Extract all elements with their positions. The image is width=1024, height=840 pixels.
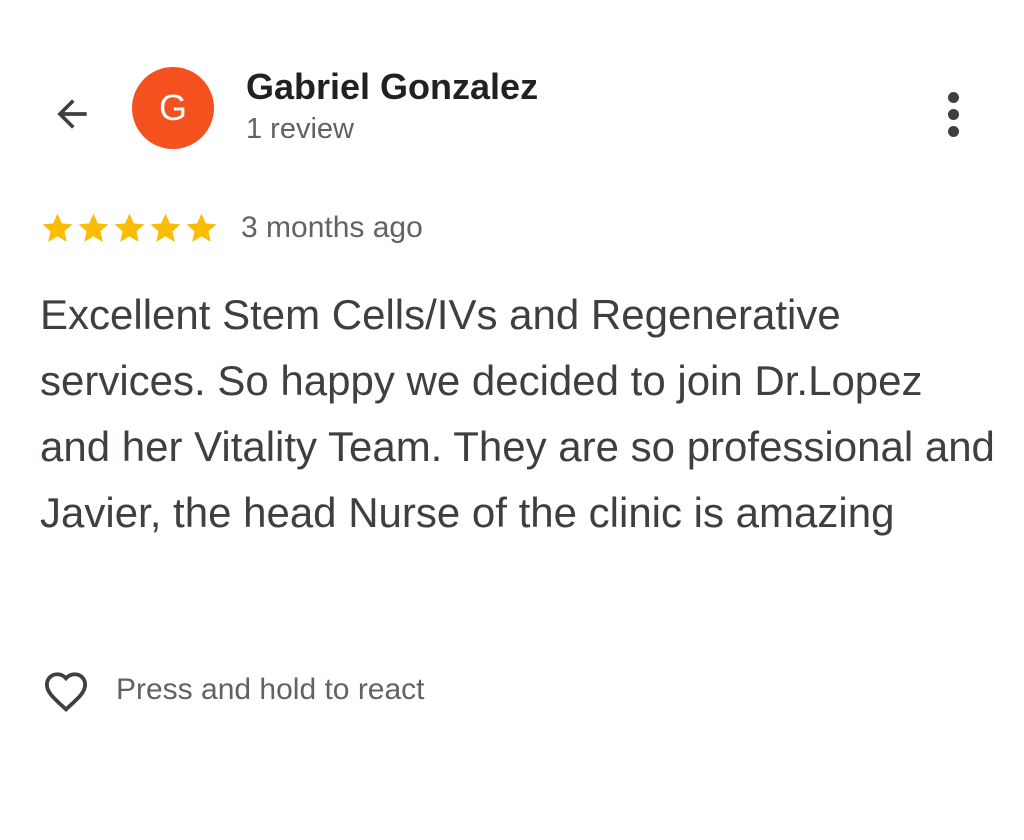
star-icon — [186, 213, 217, 242]
review-time: 3 months ago — [241, 211, 423, 244]
back-button[interactable] — [44, 86, 100, 142]
react-label: Press and hold to react — [116, 673, 425, 706]
arrow-left-icon — [57, 99, 87, 129]
review-text: Excellent Stem Cells/IVs and Regenerativ… — [40, 291, 995, 536]
star-rating — [40, 211, 219, 246]
rating-row: 3 months ago — [40, 208, 423, 248]
avatar[interactable]: G — [132, 67, 214, 149]
star-icon — [150, 213, 181, 242]
more-vert-icon-dot — [947, 125, 959, 137]
more-options-button[interactable] — [930, 86, 976, 142]
star-icon — [78, 213, 109, 242]
star-icon — [114, 213, 145, 242]
review-count: 1 review — [246, 113, 354, 145]
react-button[interactable]: Press and hold to react — [38, 662, 425, 718]
heart-outline-icon — [38, 662, 94, 718]
reviewer-name[interactable]: Gabriel Gonzalez — [246, 66, 538, 108]
more-vert-icon — [947, 91, 959, 103]
star-icon — [42, 213, 73, 242]
more-vert-icon-dot — [947, 108, 959, 120]
